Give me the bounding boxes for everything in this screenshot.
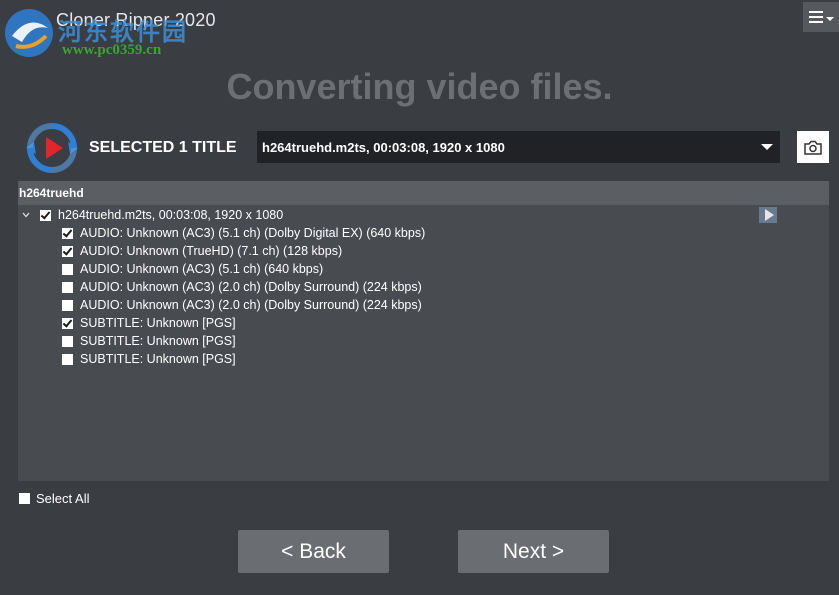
watermark-url: www.pc0359.cn [62, 42, 162, 58]
tree-header: h264truehd [18, 181, 829, 205]
play-preview-button[interactable] [759, 207, 777, 223]
track-label: AUDIO: Unknown (TrueHD) (7.1 ch) (128 kb… [80, 244, 343, 258]
track-label: SUBTITLE: Unknown [PGS] [80, 352, 236, 366]
track-checkbox[interactable] [62, 299, 73, 311]
track-checkbox[interactable] [62, 335, 73, 347]
main-menu-button[interactable] [803, 2, 839, 32]
track-row[interactable]: AUDIO: Unknown (AC3) (2.0 ch) (Dolby Sur… [62, 278, 422, 296]
camera-icon [804, 140, 822, 155]
snapshot-button[interactable] [797, 131, 829, 163]
selected-count-label: SELECTED 1 TITLE [89, 139, 237, 156]
track-label: AUDIO: Unknown (AC3) (5.1 ch) (Dolby Dig… [80, 226, 426, 240]
track-checkbox[interactable] [62, 353, 73, 365]
select-all-option[interactable]: Select All [19, 491, 89, 506]
track-label: AUDIO: Unknown (AC3) (2.0 ch) (Dolby Sur… [80, 280, 422, 294]
track-checkbox[interactable] [62, 263, 73, 275]
track-row[interactable]: AUDIO: Unknown (TrueHD) (7.1 ch) (128 kb… [62, 242, 342, 260]
next-button[interactable]: Next > [458, 530, 609, 573]
track-checkbox[interactable] [62, 245, 73, 257]
tree-root-label: h264truehd.m2ts, 00:03:08, 1920 x 1080 [58, 208, 284, 222]
track-tree-panel: h264truehd h264truehd.m2ts, 00:03:08, 19… [18, 181, 829, 481]
track-checkbox[interactable] [62, 281, 73, 293]
track-label: SUBTITLE: Unknown [PGS] [80, 316, 236, 330]
title-dropdown[interactable]: h264truehd.m2ts, 00:03:08, 1920 x 1080 [257, 131, 780, 163]
page-title: Converting video files. [226, 66, 613, 107]
track-checkbox[interactable] [62, 317, 73, 329]
caret-down-icon [825, 17, 834, 21]
track-label: AUDIO: Unknown (AC3) (2.0 ch) (Dolby Sur… [80, 298, 422, 312]
track-row[interactable]: AUDIO: Unknown (AC3) (2.0 ch) (Dolby Sur… [62, 296, 422, 314]
track-checkbox[interactable] [62, 227, 73, 239]
watermark-logo-icon [2, 6, 56, 60]
select-all-checkbox[interactable] [19, 493, 30, 504]
chevron-down-icon [761, 144, 773, 150]
track-row[interactable]: AUDIO: Unknown (AC3) (5.1 ch) (Dolby Dig… [62, 224, 425, 242]
track-label: AUDIO: Unknown (AC3) (5.1 ch) (640 kbps) [80, 262, 324, 276]
expand-chevron-icon[interactable] [22, 211, 30, 219]
tree-root-row[interactable]: h264truehd.m2ts, 00:03:08, 1920 x 1080 [22, 206, 283, 224]
title-dropdown-value: h264truehd.m2ts, 00:03:08, 1920 x 1080 [262, 139, 505, 155]
track-row[interactable]: SUBTITLE: Unknown [PGS] [62, 332, 236, 350]
tree-root-checkbox[interactable] [40, 209, 51, 221]
track-row[interactable]: SUBTITLE: Unknown [PGS] [62, 314, 236, 332]
hamburger-icon [808, 11, 823, 23]
select-all-label: Select All [36, 491, 90, 506]
back-button[interactable]: < Back [238, 530, 389, 573]
track-row[interactable]: SUBTITLE: Unknown [PGS] [62, 350, 236, 368]
track-label: SUBTITLE: Unknown [PGS] [80, 334, 236, 348]
convert-icon [26, 122, 78, 174]
play-icon [764, 209, 774, 221]
track-row[interactable]: AUDIO: Unknown (AC3) (5.1 ch) (640 kbps) [62, 260, 323, 278]
